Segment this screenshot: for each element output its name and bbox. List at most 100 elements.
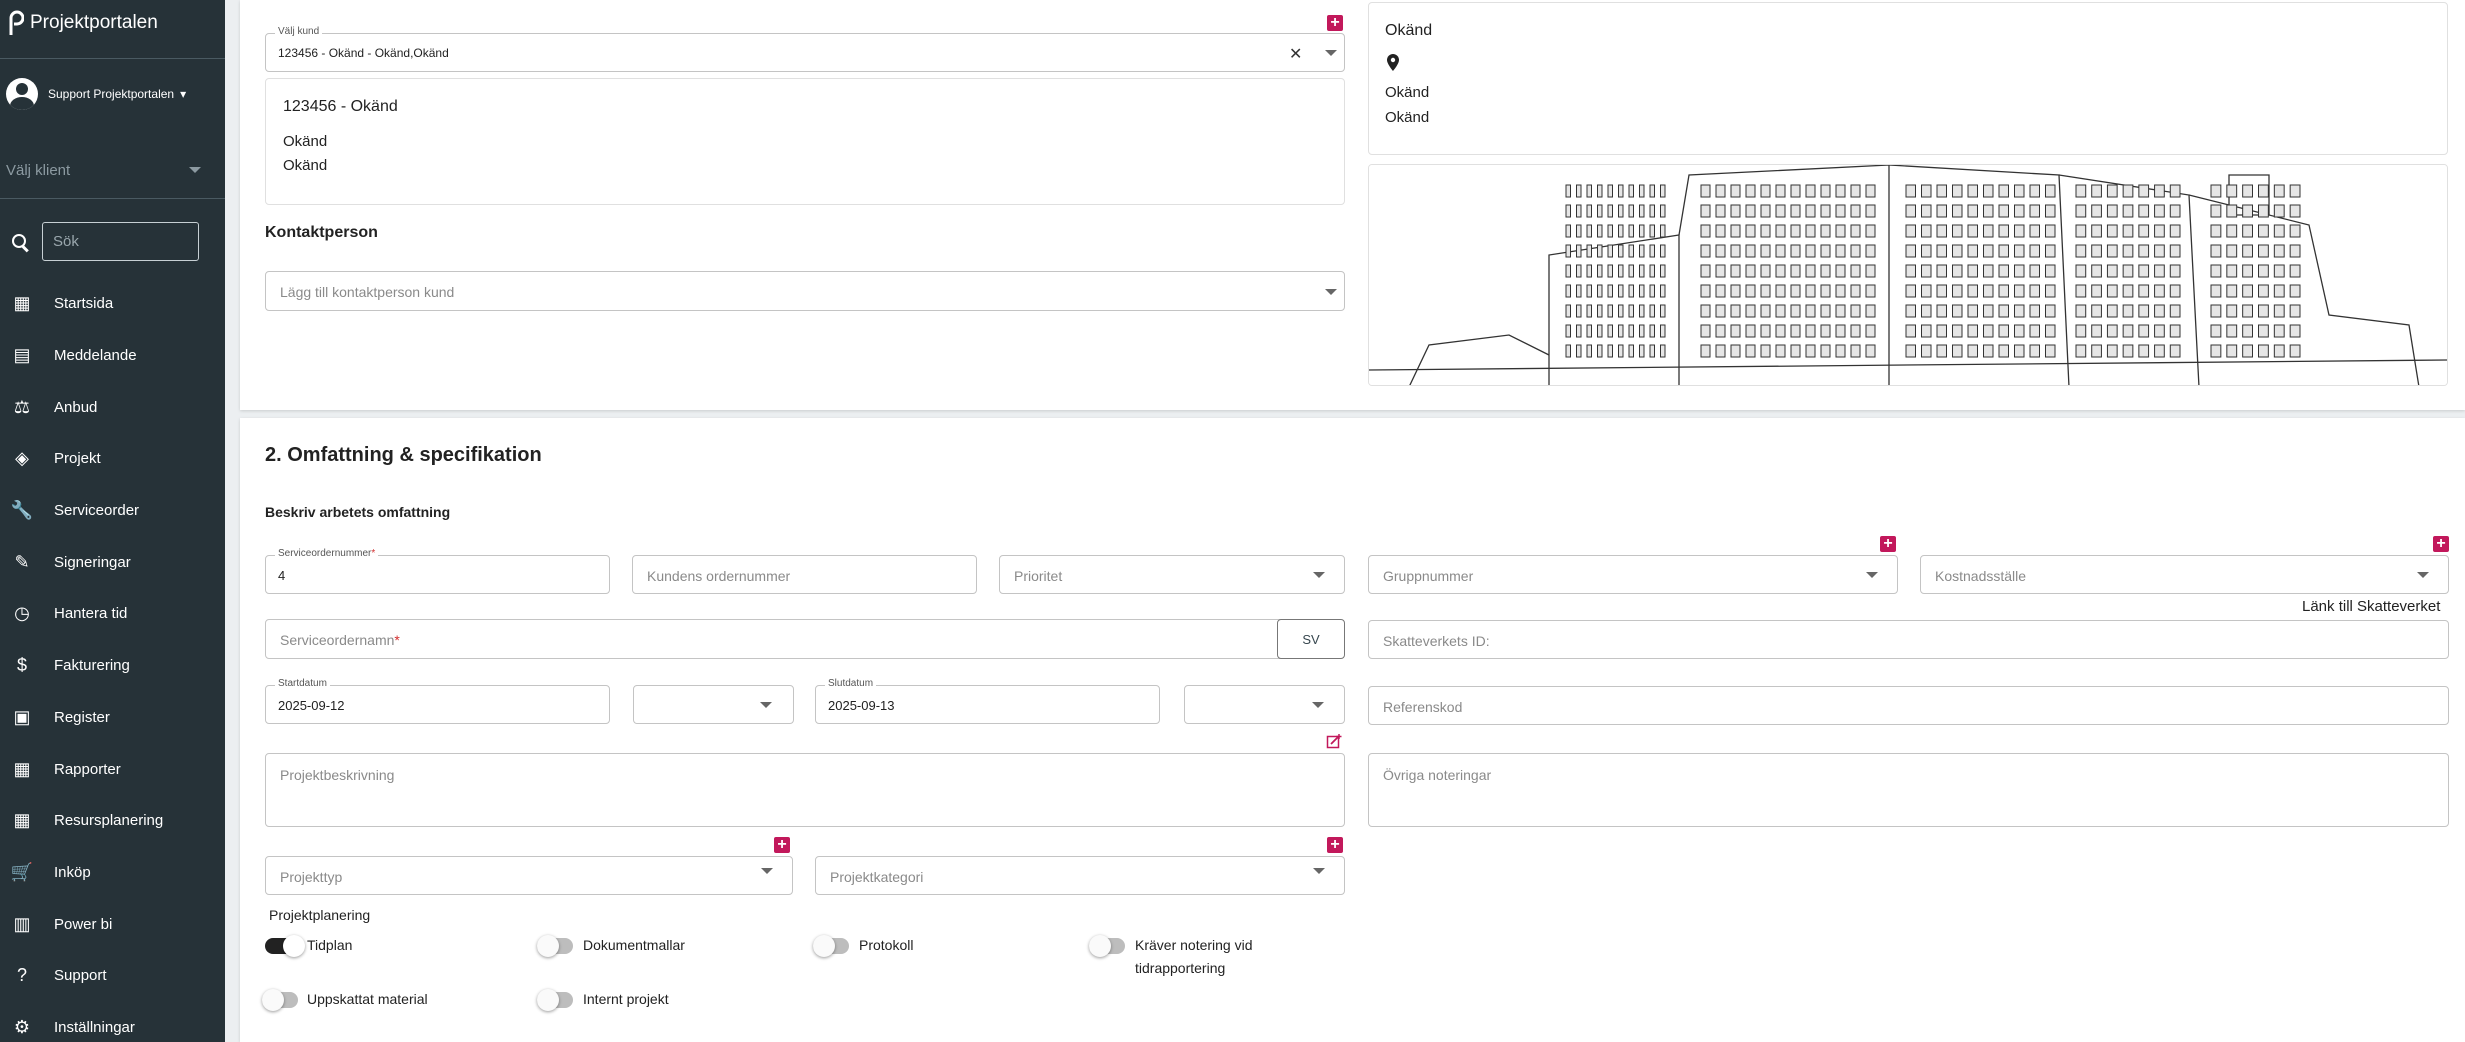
building-window: [1835, 344, 1846, 358]
sidebar-item-meddelande[interactable]: ▤ Meddelande: [0, 330, 225, 382]
building-window: [2226, 344, 2238, 358]
edit-note-icon[interactable]: [1326, 733, 1343, 755]
caret-down-icon[interactable]: [1312, 702, 1324, 708]
building-window: [2242, 224, 2254, 238]
serviceorder-name-placeholder: Serviceordernamn: [280, 632, 395, 648]
building-window: [1790, 224, 1801, 238]
building-window: [1639, 224, 1645, 238]
building-window: [1835, 324, 1846, 338]
add-cost-center-icon[interactable]: +: [2433, 536, 2449, 552]
building-window: [1628, 344, 1634, 358]
sidebar-item-label: Hantera tid: [54, 605, 128, 623]
start-time-select[interactable]: [633, 685, 794, 724]
building-window: [2289, 264, 2301, 278]
sidebar-item-inställningar[interactable]: ⚙ Inställningar: [0, 1002, 225, 1042]
client-select[interactable]: Välj klient: [6, 158, 201, 182]
caret-down-icon[interactable]: [760, 702, 772, 708]
building-window: [1639, 184, 1645, 198]
clear-icon[interactable]: ✕: [1289, 44, 1302, 64]
sidebar-item-serviceorder[interactable]: 🔧 Serviceorder: [0, 485, 225, 537]
serviceorder-name-field[interactable]: Serviceordernamn*: [265, 619, 1305, 659]
search-input[interactable]: [42, 222, 199, 261]
building-window: [2029, 184, 2040, 198]
project-description-field[interactable]: Projektbeskrivning: [265, 753, 1345, 827]
sidebar-item-signeringar[interactable]: ✎ Signeringar: [0, 536, 225, 588]
tax-agency-link[interactable]: Länk till Skatteverket: [2302, 598, 2440, 615]
building-window: [1760, 244, 1771, 258]
building-window: [2014, 304, 2025, 318]
add-customer-icon[interactable]: +: [1327, 15, 1343, 31]
building-window: [1835, 204, 1846, 218]
building-window: [2273, 244, 2285, 258]
user-menu[interactable]: Support Projektportalen ▾: [6, 78, 186, 110]
help-icon: ?: [16, 965, 27, 986]
project-type-select[interactable]: Projekttyp: [265, 856, 793, 895]
cost-center-select[interactable]: Kostnadsställe: [1920, 555, 2449, 594]
language-button[interactable]: SV: [1277, 619, 1345, 659]
sidebar-item-hantera-tid[interactable]: ◷ Hantera tid: [0, 588, 225, 640]
caret-down-icon[interactable]: [761, 868, 773, 874]
caret-down-icon[interactable]: [1866, 572, 1878, 578]
caret-down-icon[interactable]: [1325, 50, 1337, 56]
building-window: [1850, 224, 1861, 238]
customer-order-field[interactable]: Kundens ordernummer: [632, 555, 977, 594]
sidebar-item-rapporter[interactable]: ▦ Rapporter: [0, 743, 225, 795]
project-category-select[interactable]: Projektkategori: [815, 856, 1345, 895]
building-window: [1618, 304, 1624, 318]
caret-down-icon[interactable]: [1313, 868, 1325, 874]
caret-down-icon[interactable]: [1325, 289, 1337, 295]
sidebar-item-projekt[interactable]: ◈ Projekt: [0, 433, 225, 485]
sidebar-item-register[interactable]: ▣ Register: [0, 692, 225, 744]
building-window: [1921, 324, 1932, 338]
building-window: [1745, 304, 1756, 318]
building-window: [1628, 204, 1634, 218]
sidebar-item-resursplanering[interactable]: ▦ Resursplanering: [0, 795, 225, 847]
signature-icon: ✎: [14, 551, 30, 572]
sidebar-item-anbud[interactable]: ⚖ Anbud: [0, 381, 225, 433]
building-window: [1730, 304, 1741, 318]
other-notes-field[interactable]: Övriga noteringar: [1368, 753, 2449, 827]
serviceorder-number-field[interactable]: Serviceordernummer* 4: [265, 548, 610, 594]
building-window: [1649, 284, 1655, 298]
start-date-field[interactable]: Startdatum 2025-09-12: [265, 678, 610, 724]
building-window: [1865, 244, 1876, 258]
toggle-internt-projekt[interactable]: [537, 989, 573, 1011]
building-window: [1760, 324, 1771, 338]
building-window: [1607, 184, 1613, 198]
end-time-select[interactable]: [1184, 685, 1345, 724]
building-window: [2045, 184, 2056, 198]
add-project-category-icon[interactable]: +: [1327, 837, 1343, 853]
building-window: [1576, 244, 1582, 258]
project-type-placeholder: Projekttyp: [280, 869, 343, 885]
toggle-protokoll[interactable]: [813, 935, 849, 957]
add-group-icon[interactable]: +: [1880, 536, 1896, 552]
sidebar-item-support[interactable]: ? Support: [0, 950, 225, 1002]
sidebar-item-label: Meddelande: [54, 347, 137, 365]
priority-select[interactable]: Prioritet: [999, 555, 1345, 594]
toggle-dokumentmallar[interactable]: [537, 935, 573, 957]
contact-select[interactable]: Lägg till kontaktperson kund: [265, 271, 1345, 311]
caret-down-icon[interactable]: [1313, 572, 1325, 578]
building-window: [2029, 324, 2040, 338]
sidebar-item-fakturering[interactable]: $ Fakturering: [0, 640, 225, 692]
building-window: [1998, 224, 2009, 238]
group-number-select[interactable]: Gruppnummer: [1368, 555, 1898, 594]
end-date-field[interactable]: Slutdatum 2025-09-13: [815, 678, 1160, 724]
add-project-type-icon[interactable]: +: [774, 837, 790, 853]
building-window: [1790, 324, 1801, 338]
toggle-notering[interactable]: [1089, 935, 1125, 957]
sidebar-item-startsida[interactable]: ▦ Startsida: [0, 278, 225, 330]
sidebar-item-power-bi[interactable]: ▥ Power bi: [0, 898, 225, 950]
toggle-uppskattat-material[interactable]: [262, 989, 298, 1011]
sidebar-item-inköp[interactable]: 🛒 Inköp: [0, 847, 225, 899]
building-window: [1618, 324, 1624, 338]
building-window: [1597, 344, 1603, 358]
reference-field[interactable]: Referenskod: [1368, 686, 2449, 725]
caret-down-icon[interactable]: [2417, 572, 2429, 578]
customer-select[interactable]: Välj kund 123456 - Okänd - Okänd,Okänd ✕: [265, 26, 1345, 72]
app-logo[interactable]: Projektportalen: [8, 10, 158, 36]
search-icon[interactable]: [10, 232, 30, 252]
toggle-tidplan[interactable]: [265, 935, 305, 957]
tax-agency-id-field[interactable]: Skatteverkets ID:: [1368, 620, 2449, 659]
building-window: [2169, 324, 2181, 338]
